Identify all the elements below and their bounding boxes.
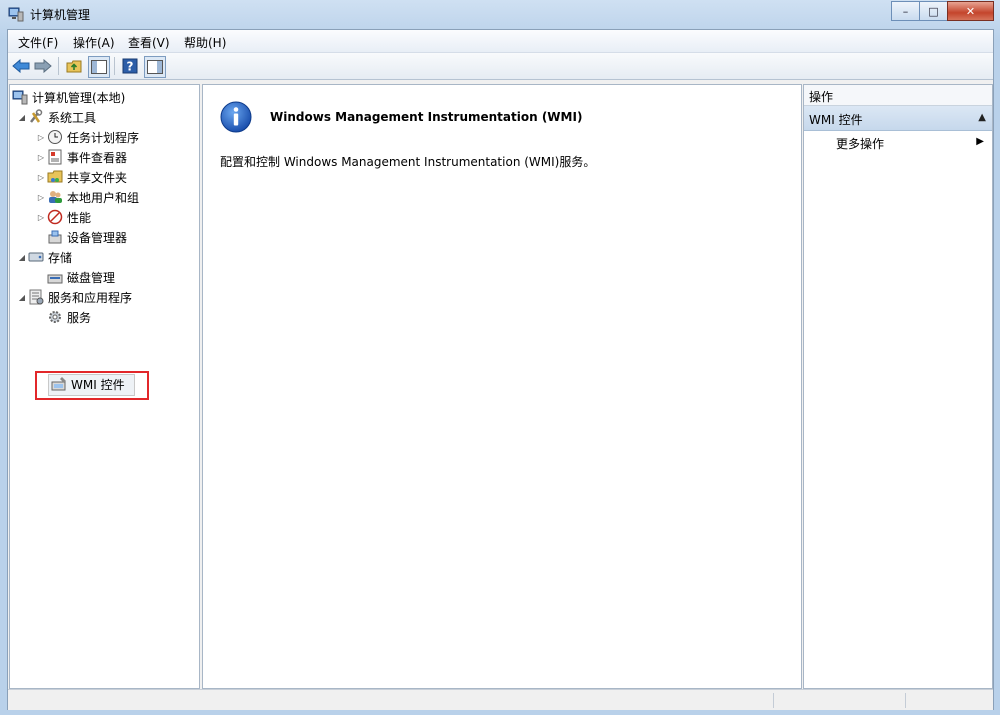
close-icon: ✕ [965, 4, 976, 18]
shared-folder-icon [47, 169, 63, 185]
users-icon [47, 189, 63, 205]
computer-management-icon [8, 7, 24, 22]
title-bar[interactable]: 计算机管理 – □ ✕ [0, 0, 1000, 28]
info-icon [220, 101, 252, 133]
navigation-tree: 计算机管理(本地) ◢ 系统工具 ▷ 任务计划程序 ▷ 事件查看器 ▷ 共享文件… [9, 84, 200, 689]
disk-management-icon [47, 269, 63, 285]
storage-icon [28, 249, 44, 265]
actions-header-label: 操作 [809, 90, 834, 104]
tree-item-storage[interactable]: ◢ 存储 [16, 248, 72, 266]
tree-label: 性能 [67, 210, 92, 225]
maximize-button[interactable]: □ [919, 1, 948, 21]
show-hide-tree-icon [91, 60, 107, 74]
tree-label: 本地用户和组 [67, 190, 140, 205]
collapsed-triangle-icon[interactable]: ▷ [35, 171, 47, 183]
forward-arrow-icon [34, 59, 52, 73]
tree-item-system-tools[interactable]: ◢ 系统工具 [16, 108, 96, 126]
expanded-triangle-icon[interactable]: ◢ [16, 291, 28, 303]
tree-label: 事件查看器 [67, 150, 128, 165]
tree-item-disk-management[interactable]: 磁盘管理 [47, 268, 115, 286]
window: 计算机管理 – □ ✕ 文件(F) 操作(A) 查看(V) 帮助(H) ? 计算… [0, 0, 1000, 715]
close-button[interactable]: ✕ [947, 1, 994, 21]
submenu-arrow-icon: ▶ [976, 136, 984, 147]
tree-label: 磁盘管理 [67, 270, 116, 285]
tree-item-root[interactable]: 计算机管理(本地) [12, 88, 125, 106]
menu-help[interactable]: 帮助(H) [184, 34, 226, 51]
menu-file[interactable]: 文件(F) [18, 34, 58, 51]
caption-buttons: – □ ✕ [891, 1, 994, 21]
back-arrow-icon [12, 59, 30, 73]
actions-pane: 操作 WMI 控件 ▲ 更多操作 ▶ [803, 84, 993, 689]
up-level-button[interactable] [64, 56, 84, 76]
back-button[interactable] [11, 56, 31, 76]
client-area: 文件(F) 操作(A) 查看(V) 帮助(H) ? 计算机管理(本地) ◢ 系统… [7, 29, 994, 710]
help-button[interactable]: ? [120, 56, 140, 76]
gear-icon [47, 309, 63, 325]
tree-item-services-apps[interactable]: ◢ 服务和应用程序 [16, 288, 132, 306]
menu-bar: 文件(F) 操作(A) 查看(V) 帮助(H) [8, 30, 993, 53]
computer-management-icon [12, 89, 28, 105]
toolbar-separator [114, 57, 115, 75]
toolbar: ? [8, 53, 993, 80]
tree-label: 设备管理器 [67, 230, 128, 245]
details-description: 配置和控制 Windows Management Instrumentation… [220, 155, 596, 169]
services-apps-icon [28, 289, 44, 305]
annotation-highlight-box [35, 371, 149, 400]
tree-label: 存储 [48, 250, 73, 265]
status-divider [905, 693, 906, 708]
tree-item-task-scheduler[interactable]: ▷ 任务计划程序 [35, 128, 139, 146]
up-folder-icon [66, 60, 82, 73]
expanded-triangle-icon[interactable]: ◢ [16, 251, 28, 263]
collapsed-triangle-icon[interactable]: ▷ [35, 151, 47, 163]
collapse-up-icon[interactable]: ▲ [978, 112, 986, 123]
minimize-icon: – [902, 4, 909, 18]
show-hide-tree-button[interactable] [88, 56, 110, 78]
window-title: 计算机管理 [30, 8, 91, 22]
tree-label: 计算机管理(本地) [32, 90, 126, 105]
forward-button[interactable] [33, 56, 53, 76]
show-hide-action-pane-icon [147, 60, 163, 74]
actions-header: 操作 [804, 85, 992, 106]
performance-icon [47, 209, 63, 225]
tree-label: 系统工具 [48, 110, 97, 125]
tree-item-services[interactable]: 服务 [47, 308, 91, 326]
collapsed-triangle-icon[interactable]: ▷ [35, 131, 47, 143]
tree-label: 服务 [67, 310, 92, 325]
clock-icon [47, 129, 63, 145]
tree-item-event-viewer[interactable]: ▷ 事件查看器 [35, 148, 127, 166]
event-viewer-icon [47, 149, 63, 165]
device-manager-icon [47, 229, 63, 245]
toolbar-separator [58, 57, 59, 75]
help-icon: ? [122, 58, 138, 74]
tree-item-local-users[interactable]: ▷ 本地用户和组 [35, 188, 139, 206]
show-hide-action-pane-button[interactable] [144, 56, 166, 78]
more-actions-item[interactable]: 更多操作 [836, 135, 884, 152]
tree-item-device-manager[interactable]: 设备管理器 [47, 228, 127, 246]
minimize-button[interactable]: – [891, 1, 920, 21]
tree-label: 服务和应用程序 [48, 290, 133, 305]
tree-label: 共享文件夹 [67, 170, 128, 185]
details-title: Windows Management Instrumentation (WMI) [270, 110, 583, 124]
menu-view[interactable]: 查看(V) [128, 34, 170, 51]
tree-item-shared-folders[interactable]: ▷ 共享文件夹 [35, 168, 127, 186]
collapsed-triangle-icon[interactable]: ▷ [35, 191, 47, 203]
tools-icon [28, 109, 44, 125]
collapsed-triangle-icon[interactable]: ▷ [35, 211, 47, 223]
status-bar [8, 689, 993, 710]
tree-item-performance[interactable]: ▷ 性能 [35, 208, 91, 226]
actions-section-wmi[interactable]: WMI 控件 ▲ [804, 106, 992, 131]
restore-icon: □ [928, 4, 939, 18]
expanded-triangle-icon[interactable]: ◢ [16, 111, 28, 123]
status-divider [773, 693, 774, 708]
details-pane: Windows Management Instrumentation (WMI)… [202, 84, 802, 689]
actions-section-label: WMI 控件 [809, 113, 863, 127]
tree-label: 任务计划程序 [67, 130, 140, 145]
svg-text:?: ? [127, 60, 134, 74]
menu-action[interactable]: 操作(A) [73, 34, 115, 51]
